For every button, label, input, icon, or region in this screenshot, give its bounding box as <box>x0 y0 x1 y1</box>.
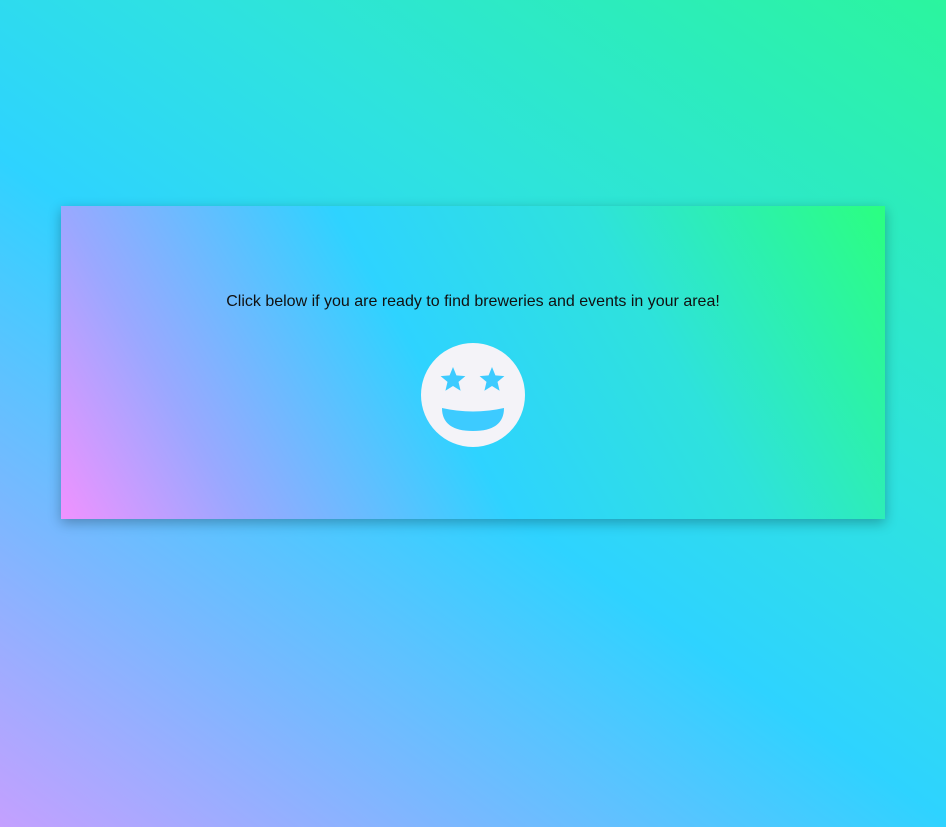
grin-stars-icon <box>421 343 525 447</box>
find-breweries-button[interactable] <box>420 342 526 448</box>
prompt-text: Click below if you are ready to find bre… <box>226 293 720 310</box>
welcome-card: Click below if you are ready to find bre… <box>61 206 885 519</box>
